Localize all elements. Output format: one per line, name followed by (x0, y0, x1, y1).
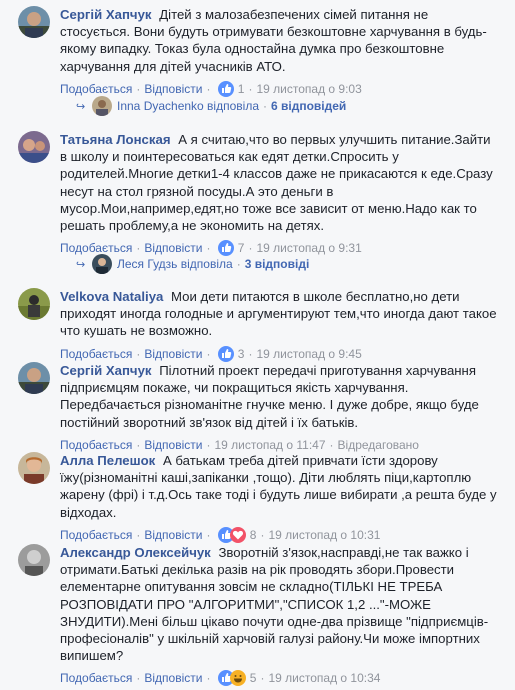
comment-text: А я считаю,что во первых улучшить питани… (60, 132, 493, 234)
reaction-count[interactable]: 3 (238, 347, 245, 361)
comment-body: Сергій Хапчук Дітей з малозабезпечених с… (60, 6, 501, 97)
comment-body: Velkova Nataliya Мои дети питаются в шко… (60, 288, 501, 362)
reaction-count[interactable]: 1 (238, 82, 245, 96)
reply-author-name[interactable]: Inna Dyachenko відповіла (117, 99, 259, 113)
avatar[interactable] (18, 288, 50, 320)
like-button[interactable]: Подобається (60, 82, 132, 96)
comment-actions: Подобається · Відповісти · 5 · 19 листопад о … (60, 670, 381, 687)
reply-button[interactable]: Відповісти (144, 82, 202, 96)
comment-actions: Подобається · Відповісти · 1 · 19 листопад о … (60, 80, 362, 97)
like-button[interactable]: Подобається (60, 528, 132, 542)
comment-author[interactable]: Татьяна Лонская (60, 132, 171, 147)
comment-text: Зворотній з'язок,насправді,не так важко … (60, 545, 489, 664)
comment-author[interactable]: Сергій Хапчук (60, 363, 152, 378)
like-button[interactable]: Подобається (60, 438, 132, 452)
reply-button[interactable]: Відповісти (144, 438, 202, 452)
comment-actions: Подобається · Відповісти · 8 · 19 листопад о … (60, 526, 381, 543)
reply-author-name[interactable]: Леся Гудзь відповіла (117, 257, 233, 271)
reply-count[interactable]: 3 відповіді (245, 257, 310, 271)
reply-avatar (92, 96, 112, 116)
comment-actions: Подобається · Відповісти · 19 листопад о 11:… (60, 437, 419, 452)
comment-timestamp[interactable]: 19 листопад о 11:47 (214, 438, 325, 452)
avatar[interactable] (18, 362, 50, 394)
view-replies-link[interactable]: ↪ Inna Dyachenko відповіла · 6 відповідей (76, 96, 346, 116)
reaction-count[interactable]: 8 (250, 528, 257, 542)
comment-text-block: Сергій Хапчук Дітей з малозабезпечених с… (60, 6, 501, 75)
like-reaction-icon[interactable] (217, 345, 234, 362)
avatar[interactable] (18, 131, 50, 163)
comment-body: Александр Олексейчук Зворотній з'язок,на… (60, 544, 501, 687)
comment-text-block: Velkova Nataliya Мои дети питаются в шко… (60, 288, 501, 340)
avatar[interactable] (18, 452, 50, 484)
comment-author[interactable]: Velkova Nataliya (60, 289, 163, 304)
comment-body: Сергій Хапчук Пілотний проект передачі п… (60, 362, 501, 453)
comment-timestamp[interactable]: 19 листопад о 10:34 (268, 671, 380, 685)
heart-reaction-icon[interactable] (229, 526, 246, 543)
view-replies-link[interactable]: ↪ Леся Гудзь відповіла · 3 відповіді (76, 254, 309, 274)
reply-button[interactable]: Відповісти (144, 528, 202, 542)
edited-label[interactable]: Відредаговано (338, 438, 419, 452)
like-button[interactable]: Подобається (60, 671, 132, 685)
comment-author[interactable]: Александр Олексейчук (60, 545, 211, 560)
comment-timestamp[interactable]: 19 листопад о 10:31 (268, 528, 380, 542)
reply-arrow-icon: ↪ (76, 259, 86, 271)
reply-arrow-icon: ↪ (76, 101, 86, 113)
comment-text-block: Татьяна Лонская А я считаю,что во первых… (60, 131, 501, 234)
reply-button[interactable]: Відповісти (144, 671, 202, 685)
avatar[interactable] (18, 544, 50, 576)
comment-timestamp[interactable]: 19 листопад о 9:03 (256, 82, 361, 96)
comment-actions: Подобається · Відповісти · 3 · 19 листопад о … (60, 345, 362, 362)
like-button[interactable]: Подобається (60, 347, 132, 361)
comment-text-block: Алла Пелешок А батькам треба дітей привч… (60, 452, 501, 521)
comments-feed: Сергій Хапчук Дітей з малозабезпечених с… (0, 0, 515, 687)
comment-body: Татьяна Лонская А я считаю,что во первых… (60, 131, 501, 257)
haha-reaction-icon[interactable] (229, 670, 246, 687)
comment-body: Алла Пелешок А батькам треба дітей привч… (60, 452, 501, 543)
avatar[interactable] (18, 6, 50, 38)
reaction-count[interactable]: 5 (250, 671, 257, 685)
reply-button[interactable]: Відповісти (144, 347, 202, 361)
comment-text-block: Сергій Хапчук Пілотний проект передачі п… (60, 362, 501, 431)
reply-count[interactable]: 6 відповідей (271, 99, 346, 113)
comment-author[interactable]: Сергій Хапчук (60, 7, 152, 22)
comment-author[interactable]: Алла Пелешок (60, 453, 155, 468)
comment-text-block: Александр Олексейчук Зворотній з'язок,на… (60, 544, 501, 664)
like-reaction-icon[interactable] (217, 80, 234, 97)
comment-timestamp[interactable]: 19 листопад о 9:45 (256, 347, 361, 361)
reply-avatar (92, 254, 112, 274)
